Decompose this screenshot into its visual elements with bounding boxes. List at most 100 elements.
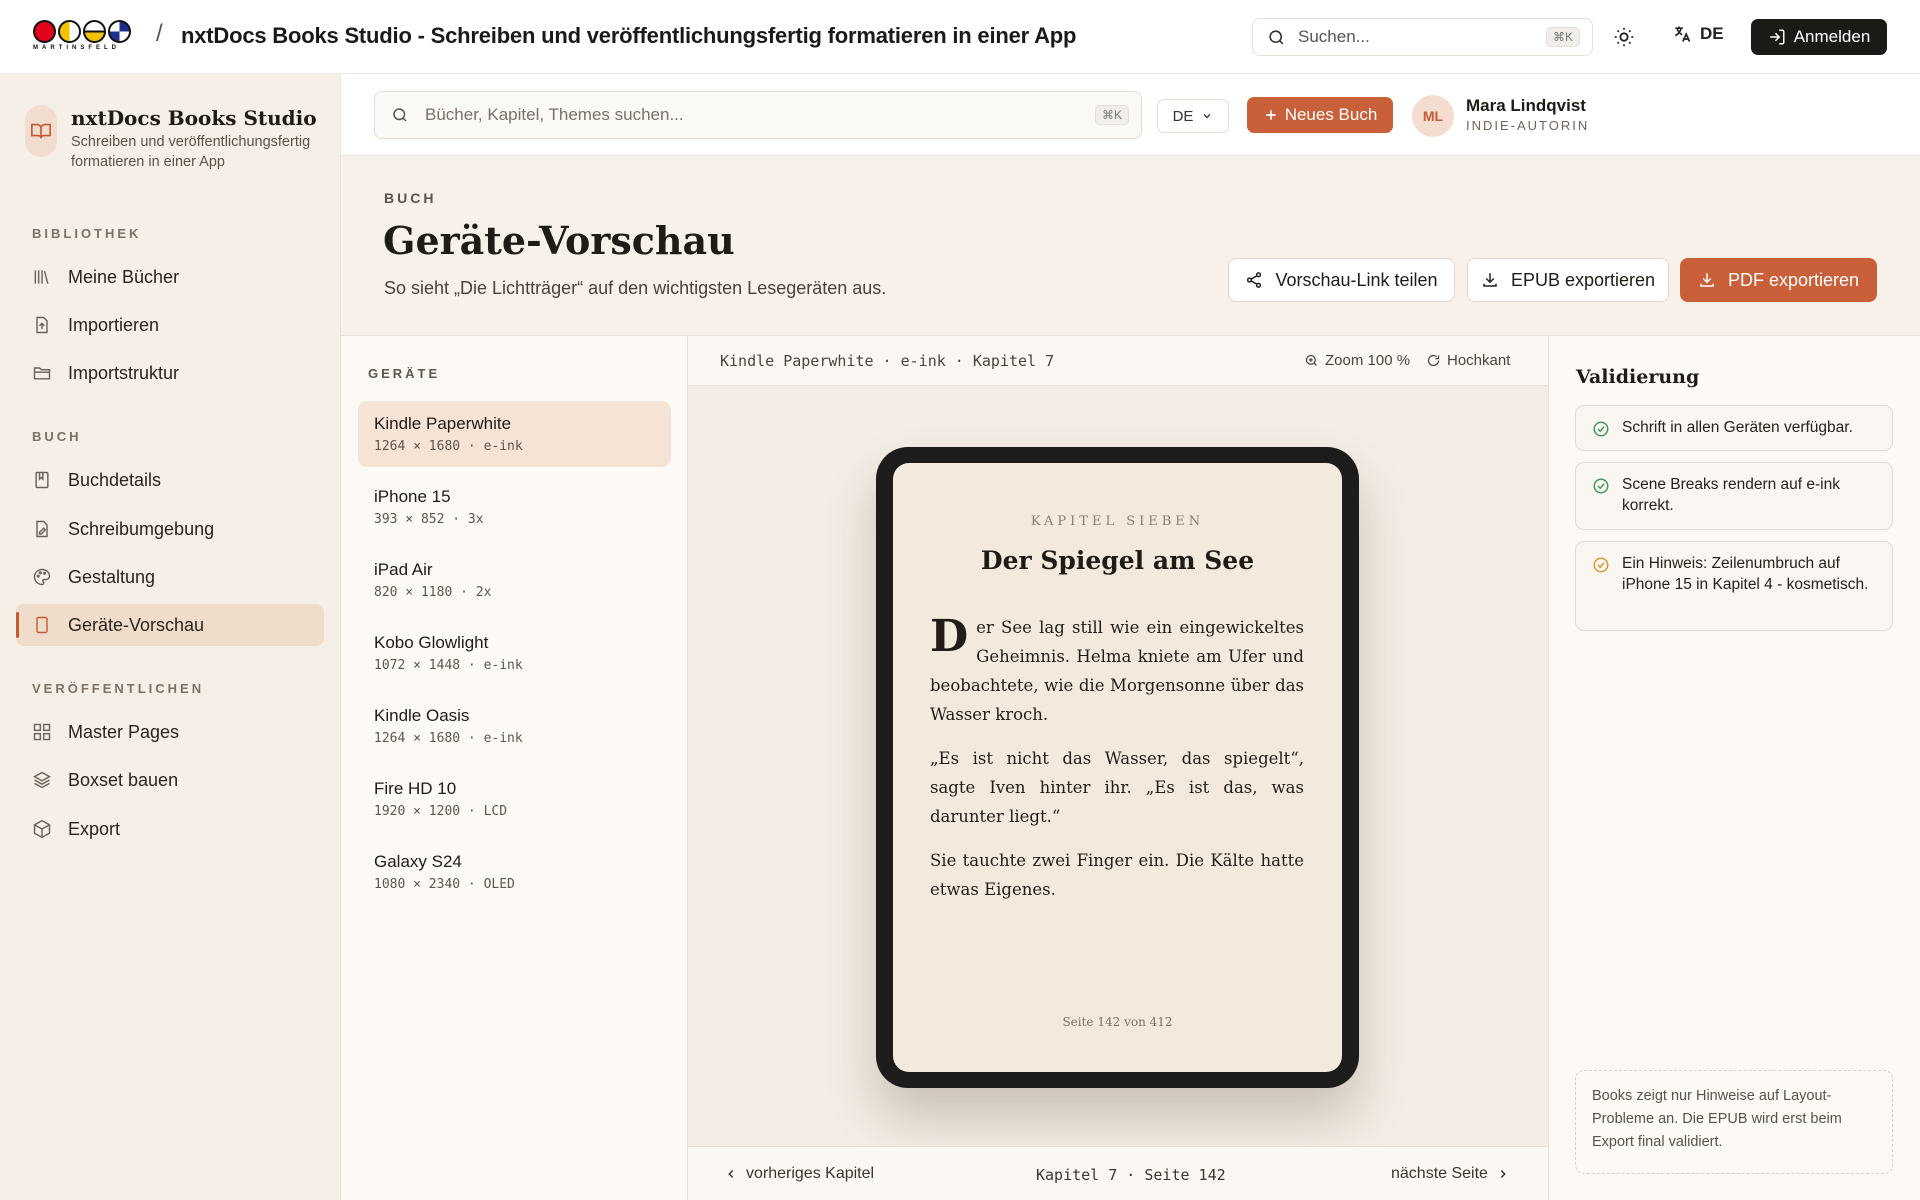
sidebar-item-geraete-vorschau[interactable]: Geräte-Vorschau	[16, 604, 324, 646]
sidebar-item-label: Importstruktur	[68, 362, 180, 383]
share-preview-link-button[interactable]: Vorschau-Link teilen	[1228, 258, 1455, 302]
orientation-label: Hochkant	[1447, 352, 1511, 369]
previous-chapter-label: vorheriges Kapitel	[746, 1165, 875, 1182]
validation-item: Ein Hinweis: Zeilenumbruch auf iPhone 15…	[1575, 541, 1893, 631]
pdf-export-button[interactable]: PDF exportieren	[1680, 258, 1877, 302]
share-label: Vorschau-Link teilen	[1275, 269, 1438, 290]
sidebar-item-master-pages[interactable]: Master Pages	[16, 711, 324, 753]
page-header: BUCH Geräte-Vorschau So sieht „Die Licht…	[341, 156, 1920, 336]
folder-icon	[33, 367, 51, 380]
check-circle-icon	[1593, 478, 1609, 494]
download-icon	[1700, 273, 1714, 287]
theme-toggle-sun-icon[interactable]	[1613, 26, 1635, 48]
language-select[interactable]: DE	[1157, 99, 1229, 133]
device-spec: 1072 × 1448 · e-ink	[374, 658, 523, 673]
breadcrumb-separator: /	[156, 20, 163, 47]
zoom-control[interactable]: Zoom 100 %	[1304, 352, 1410, 369]
zoom-icon	[1305, 354, 1317, 366]
device-item-ipad-air[interactable]: iPad Air 820 × 1180 · 2x	[358, 547, 671, 613]
translate-icon	[1674, 26, 1691, 42]
top-bar: MARTINSFELD / nxtDocs Books Studio - Sch…	[0, 0, 1920, 74]
device-spec: 1264 × 1680 · e-ink	[374, 439, 523, 454]
drop-cap: D	[930, 611, 969, 662]
device-spec: 1920 × 1200 · LCD	[374, 804, 508, 819]
share-icon	[1247, 272, 1262, 288]
validation-item: Schrift in allen Geräten verfügbar.	[1575, 405, 1893, 451]
validation-text: Scene Breaks rendern auf e-ink korrekt.	[1622, 476, 1840, 514]
martinsfeld-logo[interactable]: MARTINSFELD	[33, 20, 137, 54]
device-item-fire-hd-10[interactable]: Fire HD 10 1920 × 1200 · LCD	[358, 766, 671, 832]
device-name: Kindle Oasis	[374, 706, 470, 725]
device-list-panel: GERÄTE Kindle Paperwhite 1264 × 1680 · e…	[341, 336, 688, 1200]
chevron-right-icon	[1500, 1169, 1506, 1179]
next-page-button[interactable]: nächste Seite	[1391, 1165, 1510, 1183]
user-name: Mara Lindqvist	[1466, 96, 1586, 115]
warning-circle-icon	[1593, 557, 1609, 573]
sidebar-item-label: Buchdetails	[68, 469, 162, 490]
device-name: Kobo Glowlight	[374, 633, 489, 652]
new-book-button[interactable]: Neues Buch	[1247, 97, 1393, 133]
section-label-veroeffentlichen: VERÖFFENTLICHEN	[32, 681, 205, 696]
brand-name: nxtDocs Books Studio	[71, 106, 317, 130]
device-name: Fire HD 10	[374, 779, 457, 798]
book-search-input[interactable]: Bücher, Kapitel, Themes suchen... ⌘K	[374, 91, 1142, 139]
login-button[interactable]: Anmelden	[1751, 19, 1887, 55]
page-number: Seite 142 von 412	[1062, 1015, 1173, 1029]
device-item-kindle-paperwhite[interactable]: Kindle Paperwhite 1264 × 1680 · e-ink	[358, 401, 671, 467]
device-item-iphone-15[interactable]: iPhone 15 393 × 852 · 3x	[358, 474, 671, 540]
sidebar-item-label: Meine Bücher	[68, 266, 180, 287]
sidebar-item-label: Gestaltung	[68, 566, 156, 587]
device-item-kindle-oasis[interactable]: Kindle Oasis 1264 × 1680 · e-ink	[358, 693, 671, 759]
sidebar-item-importieren[interactable]: Importieren	[16, 304, 324, 346]
search-shortcut-badge: ⌘K	[1545, 27, 1580, 47]
sidebar-item-boxset-bauen[interactable]: Boxset bauen	[16, 759, 324, 801]
paragraph: Der See lag still wie ein eingewickeltes…	[930, 613, 1304, 729]
grid-icon	[33, 723, 51, 741]
validation-item: Scene Breaks rendern auf e-ink korrekt.	[1575, 462, 1893, 530]
pdf-label: PDF exportieren	[1727, 269, 1860, 290]
avatar[interactable]: ML	[1412, 95, 1454, 137]
sidebar-item-label: Importieren	[68, 314, 160, 335]
sidebar-item-label: Export	[68, 818, 121, 839]
preview-info: Kindle Paperwhite · e-ink · Kapitel 7	[720, 352, 1055, 370]
sidebar-item-label: Geräte-Vorschau	[68, 614, 205, 635]
preview-toolbar: Kindle Paperwhite · e-ink · Kapitel 7 Zo…	[688, 336, 1548, 386]
zoom-label: Zoom 100 %	[1325, 352, 1411, 369]
book-open-icon	[25, 105, 57, 157]
app-title[interactable]: nxtDocs Books Studio - Schreiben und ver…	[181, 23, 1076, 49]
sidebar-item-importstruktur[interactable]: Importstruktur	[16, 352, 324, 394]
sidebar-item-gestaltung[interactable]: Gestaltung	[16, 556, 324, 598]
app-header: Bücher, Kapitel, Themes suchen... ⌘K DE …	[341, 74, 1920, 156]
validation-panel: Validierung Schrift in allen Geräten ver…	[1548, 336, 1920, 1200]
validation-text: Schrift in allen Geräten verfügbar.	[1622, 419, 1853, 436]
tablet-icon	[36, 616, 48, 634]
orientation-toggle[interactable]: Hochkant	[1426, 352, 1510, 369]
user-role: INDIE-AUTORIN	[1466, 118, 1590, 133]
device-name: Kindle Paperwhite	[374, 414, 512, 433]
device-item-galaxy-s24[interactable]: Galaxy S24 1080 × 2340 · OLED	[358, 839, 671, 905]
sidebar-item-buchdetails[interactable]: Buchdetails	[16, 459, 324, 501]
plus-icon	[1266, 110, 1276, 120]
device-item-kobo-glowlight[interactable]: Kobo Glowlight 1072 × 1448 · e-ink	[358, 620, 671, 686]
layers-icon	[33, 771, 51, 789]
paragraph: Sie tauchte zwei Finger ein. Die Kälte h…	[930, 851, 1304, 899]
sidebar-item-meine-buecher[interactable]: Meine Bücher	[16, 256, 324, 298]
sidebar-item-schreibumgebung[interactable]: Schreibumgebung	[16, 508, 324, 550]
language-switcher[interactable]: DE	[1672, 24, 1724, 44]
library-icon	[34, 270, 49, 284]
device-spec: 393 × 852 · 3x	[374, 512, 484, 527]
download-icon	[1483, 273, 1497, 287]
device-preview-area: Kindle Paperwhite · e-ink · Kapitel 7 Zo…	[688, 336, 1548, 1200]
epub-export-button[interactable]: EPUB exportieren	[1467, 258, 1669, 302]
previous-chapter-button[interactable]: vorheriges Kapitel	[724, 1165, 874, 1183]
package-icon	[33, 819, 51, 839]
device-name: Galaxy S24	[374, 852, 462, 871]
login-label: Anmelden	[1793, 27, 1871, 46]
device-name: iPad Air	[374, 560, 433, 579]
chevron-left-icon	[728, 1169, 734, 1179]
sidebar-item-export[interactable]: Export	[16, 808, 324, 850]
ereader-screen: KAPITEL SIEBEN Der Spiegel am See Der Se…	[893, 463, 1342, 1072]
global-search[interactable]: Suchen... ⌘K	[1252, 18, 1593, 56]
page-subtitle: So sieht „Die Lichtträger“ auf den wicht…	[384, 278, 887, 298]
search-shortcut-badge: ⌘K	[1094, 105, 1129, 125]
